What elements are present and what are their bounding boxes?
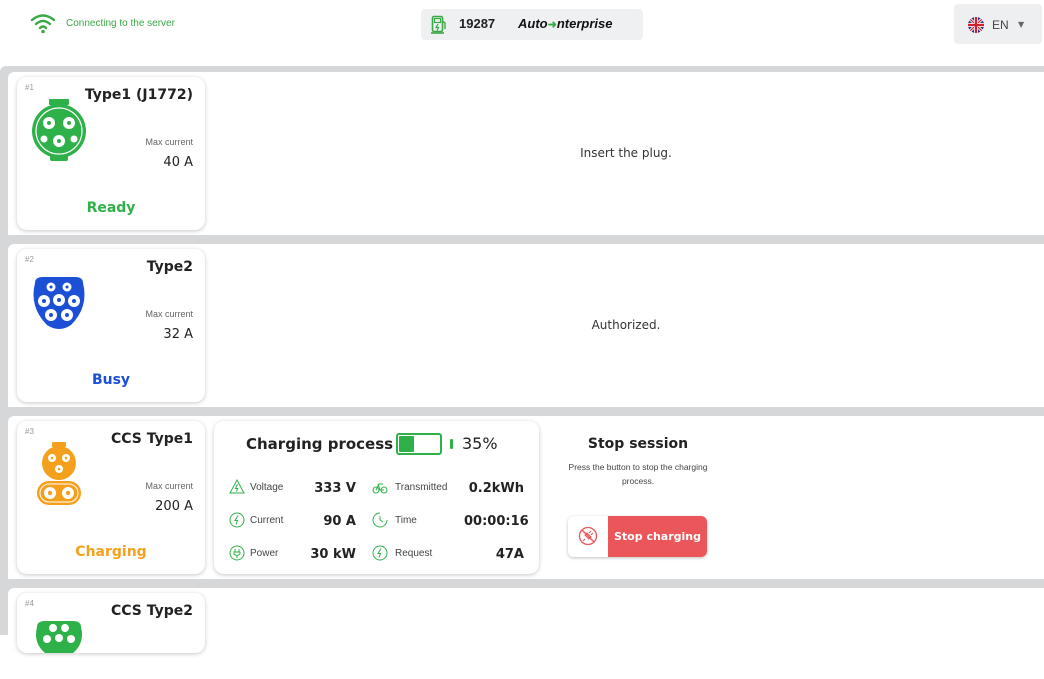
- voltage-value: 333 V: [314, 481, 356, 496]
- language-selector[interactable]: EN ▼: [954, 4, 1042, 44]
- connector-message: Authorized.: [591, 318, 661, 332]
- connector-row-2: #2 Type2 Max current 32 A Busy Authorize…: [8, 244, 1044, 407]
- connection-status: Connecting to the server: [66, 18, 175, 29]
- brand-right: nterprise: [556, 16, 613, 31]
- charging-process-panel: Charging process 35% Voltage 333 V Trans…: [214, 421, 539, 574]
- connector-number: #2: [25, 255, 34, 264]
- connector-number: #1: [25, 83, 34, 92]
- brand-left: Auto: [518, 16, 548, 31]
- ccs1-plug-icon: [37, 442, 81, 505]
- time-label: Time: [395, 515, 417, 526]
- power-value: 30 kW: [310, 547, 356, 562]
- current-label: Current: [250, 515, 284, 526]
- stop-charging-label: Stop charging: [608, 516, 707, 557]
- voltage-label: Voltage: [250, 482, 284, 493]
- connector-type: CCS Type1: [110, 431, 193, 447]
- voltage-icon: [229, 479, 245, 494]
- request-icon: [372, 545, 388, 561]
- caret-down-icon: ▼: [1018, 20, 1025, 29]
- max-current-label: Max current: [145, 481, 193, 491]
- battery-icon: [396, 433, 442, 455]
- brand-arrow-icon: ➜: [547, 19, 557, 31]
- connector-message: Insert the plug.: [580, 146, 672, 160]
- type2-plug-icon: [33, 277, 85, 329]
- type1-plug-icon: [32, 99, 86, 161]
- transmitted-icon: [372, 483, 388, 494]
- connector-type: Type2: [146, 259, 193, 275]
- transmitted-value: 0.2kWh: [468, 481, 524, 496]
- connector-row-1: #1 Type1 (J1772) Max current 40 A Ready …: [8, 72, 1044, 235]
- connectors-list: #1 Type1 (J1772) Max current 40 A Ready …: [0, 66, 1044, 653]
- max-current-value: 200 A: [155, 499, 193, 514]
- connector-card-4[interactable]: #4 CCS Type2: [17, 593, 205, 653]
- battery-fill: [399, 436, 414, 452]
- charging-station-icon: [431, 15, 446, 34]
- connector-row-4: #4 CCS Type2: [8, 588, 1044, 653]
- stop-plug-icon: [578, 526, 598, 546]
- stop-charging-button[interactable]: Stop charging: [568, 516, 707, 557]
- connector-number: #3: [25, 427, 34, 436]
- connector-status: Charging: [75, 544, 147, 560]
- power-label: Power: [250, 548, 279, 559]
- station-id: 19287: [459, 16, 496, 31]
- connector-type: Type1 (J1772): [84, 87, 193, 103]
- stop-icon-box: [568, 516, 608, 557]
- connector-number: #4: [25, 599, 34, 608]
- top-bar: Connecting to the server 19287 Auto➜nter…: [0, 0, 1044, 52]
- connector-card-1[interactable]: #1 Type1 (J1772) Max current 40 A Ready: [17, 77, 205, 230]
- request-label: Request: [395, 548, 433, 559]
- power-icon: [229, 545, 245, 561]
- ccs2-plug-icon: [36, 621, 82, 653]
- connector-status: Ready: [86, 200, 136, 216]
- connector-card-2[interactable]: #2 Type2 Max current 32 A Busy: [17, 249, 205, 402]
- brand-logo: Auto➜nterprise: [518, 16, 612, 31]
- language-code: EN: [992, 18, 1009, 32]
- stop-session-title: Stop session: [587, 436, 689, 452]
- clock-icon: [372, 512, 388, 528]
- connector-status: Busy: [91, 372, 131, 388]
- station-info: 19287 Auto➜nterprise: [421, 9, 643, 40]
- uk-flag-icon: [968, 17, 984, 33]
- connector-type: CCS Type2: [110, 603, 193, 619]
- time-value: 00:00:16: [464, 514, 529, 529]
- battery-percent: 35%: [462, 434, 498, 453]
- current-icon: [229, 512, 245, 528]
- max-current-label: Max current: [145, 137, 193, 147]
- max-current-label: Max current: [145, 309, 193, 319]
- max-current-value: 40 A: [163, 155, 193, 170]
- connector-card-3[interactable]: #3 CCS Type1 Max current 200 A Charging: [17, 421, 205, 574]
- transmitted-label: Transmitted: [395, 482, 448, 493]
- request-value: 47A: [495, 547, 524, 562]
- charging-process-title: Charging process: [246, 435, 394, 453]
- current-value: 90 A: [323, 514, 356, 529]
- max-current-value: 32 A: [163, 327, 193, 342]
- battery-tip: [450, 439, 453, 449]
- connector-row-3: #3 CCS Type1 Max current 200 A Charging …: [8, 416, 1044, 579]
- stop-session-description: Press the button to stop the charging pr…: [568, 462, 708, 486]
- wifi-icon: [30, 14, 56, 34]
